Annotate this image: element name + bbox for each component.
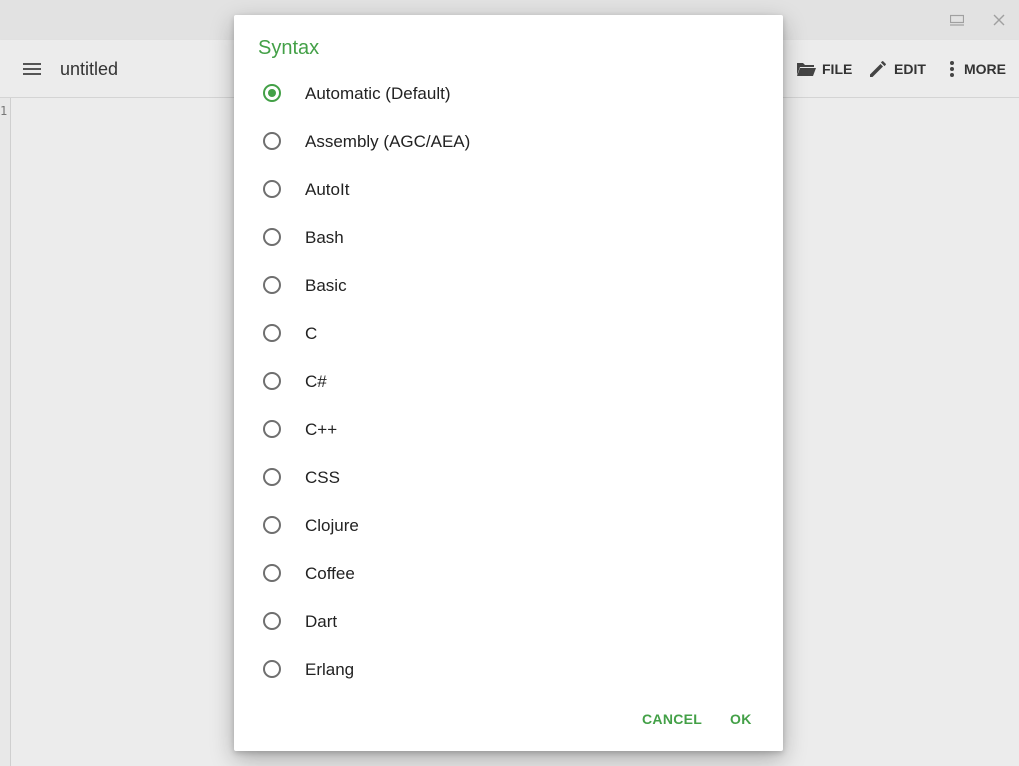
file-button[interactable]: FILE xyxy=(796,58,852,80)
file-button-label: FILE xyxy=(822,61,853,77)
syntax-option[interactable]: CSS xyxy=(234,455,783,503)
radio-unchecked-icon[interactable] xyxy=(263,228,281,246)
text-editor-app: untitled FILE EDIT MORE 1 Syntax Automat… xyxy=(0,0,1019,766)
radio-unchecked-icon[interactable] xyxy=(263,324,281,342)
more-vert-icon xyxy=(950,61,954,77)
hamburger-icon[interactable] xyxy=(20,57,44,81)
radio-unchecked-icon[interactable] xyxy=(263,180,281,198)
radio-unchecked-icon[interactable] xyxy=(263,564,281,582)
edit-button-label: EDIT xyxy=(894,61,926,77)
syntax-option[interactable]: Clojure xyxy=(234,503,783,551)
syntax-option[interactable]: C++ xyxy=(234,407,783,455)
syntax-option[interactable]: C# xyxy=(234,359,783,407)
syntax-option-label: C# xyxy=(305,372,327,391)
syntax-dialog: Syntax Automatic (Default) Assembly (AGC… xyxy=(234,15,783,751)
pencil-icon xyxy=(870,61,886,77)
line-number: 1 xyxy=(0,104,8,118)
dialog-actions: CANCEL OK xyxy=(234,687,783,751)
radio-unchecked-icon[interactable] xyxy=(263,420,281,438)
syntax-option-label: Bash xyxy=(305,228,344,247)
syntax-option[interactable]: Bash xyxy=(234,215,783,263)
syntax-option-list: Automatic (Default) Assembly (AGC/AEA) A… xyxy=(234,71,783,695)
more-button[interactable]: MORE xyxy=(946,58,1006,80)
radio-unchecked-icon[interactable] xyxy=(263,276,281,294)
syntax-option-label: C xyxy=(305,324,318,343)
syntax-option-label: Clojure xyxy=(305,516,359,535)
syntax-option[interactable]: Assembly (AGC/AEA) xyxy=(234,119,783,167)
radio-unchecked-icon[interactable] xyxy=(263,612,281,630)
radio-unchecked-icon[interactable] xyxy=(263,372,281,390)
document-title: untitled xyxy=(60,59,119,79)
syntax-option-label: Automatic (Default) xyxy=(305,84,451,103)
syntax-option[interactable]: C xyxy=(234,311,783,359)
line-gutter: 1 xyxy=(0,98,11,766)
syntax-option-label: AutoIt xyxy=(305,180,350,199)
syntax-option[interactable]: Automatic (Default) xyxy=(234,71,783,119)
close-icon[interactable] xyxy=(989,10,1009,30)
radio-unchecked-icon[interactable] xyxy=(263,132,281,150)
syntax-option-label: C++ xyxy=(305,420,338,439)
syntax-option-label: Basic xyxy=(305,276,347,295)
radio-checked-icon[interactable] xyxy=(263,84,281,102)
syntax-option-label: Erlang xyxy=(305,660,355,679)
folder-open-icon xyxy=(797,63,816,76)
minimize-icon[interactable] xyxy=(947,10,967,30)
cancel-button[interactable]: CANCEL xyxy=(642,711,702,727)
syntax-option[interactable]: Basic xyxy=(234,263,783,311)
radio-unchecked-icon[interactable] xyxy=(263,468,281,486)
more-button-label: MORE xyxy=(964,61,1006,77)
radio-unchecked-icon[interactable] xyxy=(263,516,281,534)
syntax-option[interactable]: Coffee xyxy=(234,551,783,599)
radio-unchecked-icon[interactable] xyxy=(263,660,281,678)
syntax-option[interactable]: Dart xyxy=(234,599,783,647)
edit-button[interactable]: EDIT xyxy=(868,58,926,80)
dialog-title: Syntax xyxy=(258,37,320,59)
syntax-option[interactable]: AutoIt xyxy=(234,167,783,215)
syntax-option-label: CSS xyxy=(305,468,340,487)
syntax-option-label: Assembly (AGC/AEA) xyxy=(305,132,471,151)
syntax-option-label: Dart xyxy=(305,612,338,631)
ok-button[interactable]: OK xyxy=(730,711,752,727)
syntax-option-label: Coffee xyxy=(305,564,355,583)
